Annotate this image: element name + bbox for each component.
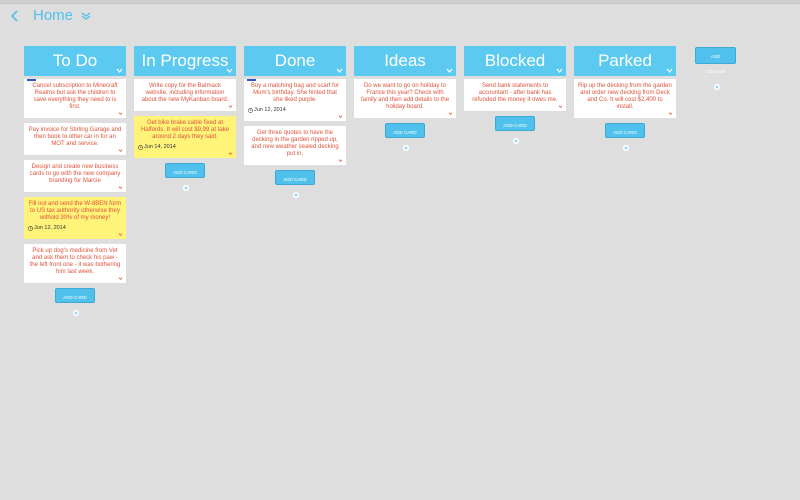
column-header[interactable]: Parked bbox=[574, 46, 676, 76]
card-chevron-down-icon[interactable] bbox=[448, 112, 453, 115]
card-text: Fill out and send the W-8BEN form to US … bbox=[28, 201, 122, 221]
add-card-button[interactable]: ADD CARD bbox=[55, 288, 95, 316]
add-card-label: ADD CARD bbox=[283, 177, 307, 182]
card-date-text: Jun 12, 2014 bbox=[254, 107, 286, 113]
header-bar: Home bbox=[0, 4, 800, 28]
plus-circle-icon bbox=[403, 144, 409, 151]
add-card-label: ADD CARD bbox=[393, 130, 417, 135]
chevron-down-icon[interactable] bbox=[556, 68, 563, 73]
kanban-card[interactable]: Buy a matching bag and scarf for Mum's b… bbox=[244, 79, 346, 121]
column-header[interactable]: Blocked bbox=[464, 46, 566, 76]
add-card-label: ADD CARD bbox=[63, 295, 87, 300]
column-done: Done Buy a matching bag and scarf for Mum… bbox=[244, 46, 346, 198]
kanban-card[interactable]: Do we want to go on holiday to France th… bbox=[354, 79, 456, 118]
kanban-card[interactable]: Get three quotes to have the decking in … bbox=[244, 126, 346, 165]
plus-circle-icon bbox=[73, 309, 79, 316]
kanban-card[interactable]: Cancel subscription to Minecraft Realms … bbox=[24, 79, 126, 118]
card-text: Pay invoice for Stirling Garage and then… bbox=[28, 127, 122, 147]
column-header[interactable]: To Do bbox=[24, 46, 126, 76]
kanban-card[interactable]: Design and create new business cards to … bbox=[24, 160, 126, 192]
card-due-date: Jun 12, 2014 bbox=[28, 225, 122, 232]
plus-circle-icon bbox=[293, 191, 299, 198]
add-card-label: ADD CARD bbox=[503, 123, 527, 128]
card-progress-bar bbox=[27, 79, 36, 81]
column-in-progress: In Progress Write copy for the Batmack we… bbox=[134, 46, 236, 191]
add-card-button[interactable]: ADD CARD bbox=[385, 123, 425, 151]
plus-circle-icon bbox=[513, 137, 519, 144]
card-text: Pick up dog's medicine from Vet and ask … bbox=[29, 248, 121, 275]
chevron-down-icon[interactable] bbox=[336, 68, 343, 73]
card-text: Buy a matching bag and scarf for Mum's b… bbox=[250, 83, 340, 103]
clock-icon bbox=[138, 145, 143, 150]
page-title: Home bbox=[33, 7, 74, 24]
kanban-card[interactable]: Rip up the decking from the garden and o… bbox=[574, 79, 676, 118]
kanban-card[interactable]: Pay invoice for Stirling Garage and then… bbox=[24, 123, 126, 155]
card-text: Get bike brake cable fixed at Halfords. … bbox=[140, 120, 230, 140]
column-title: To Do bbox=[52, 51, 98, 70]
column-parked: Parked Rip up the decking from the garden… bbox=[574, 46, 676, 151]
card-chevron-down-icon[interactable] bbox=[118, 277, 123, 280]
card-chevron-down-icon[interactable] bbox=[228, 152, 233, 155]
card-chevron-down-icon[interactable] bbox=[338, 159, 343, 162]
card-text: Cancel subscription to Minecraft Realms … bbox=[32, 83, 118, 110]
card-due-date: Jun 12, 2014 bbox=[248, 107, 342, 114]
card-date-text: Jun 14, 2014 bbox=[144, 144, 176, 150]
add-card-button[interactable]: ADD CARD bbox=[275, 170, 315, 198]
card-text: Write copy for the Batmack website, incl… bbox=[141, 83, 229, 103]
chevron-down-icon[interactable] bbox=[116, 68, 123, 73]
chevron-down-icon[interactable] bbox=[446, 68, 453, 73]
card-chevron-down-icon[interactable] bbox=[338, 115, 343, 118]
clock-icon bbox=[248, 108, 253, 113]
column-title: Blocked bbox=[484, 51, 546, 70]
card-text: Rip up the decking from the garden and o… bbox=[578, 83, 672, 110]
kanban-card[interactable]: Fill out and send the W-8BEN form to US … bbox=[24, 197, 126, 239]
kanban-card[interactable]: Send bank statements to accountant - aft… bbox=[464, 79, 566, 111]
chevron-down-icon[interactable] bbox=[226, 68, 233, 73]
card-chevron-down-icon[interactable] bbox=[558, 105, 563, 108]
column-title: Parked bbox=[598, 51, 652, 70]
chevron-down-icon[interactable] bbox=[80, 10, 92, 22]
card-due-date: Jun 14, 2014 bbox=[138, 144, 232, 151]
add-column-label: ADD COLUMN bbox=[705, 54, 726, 74]
column-title: In Progress bbox=[141, 51, 229, 70]
plus-circle-icon bbox=[713, 83, 720, 90]
card-chevron-down-icon[interactable] bbox=[118, 186, 123, 189]
column-title: Done bbox=[274, 51, 316, 70]
card-date-text: Jun 12, 2014 bbox=[34, 225, 66, 231]
kanban-card[interactable]: Pick up dog's medicine from Vet and ask … bbox=[24, 244, 126, 283]
add-card-button[interactable]: ADD CARD bbox=[495, 116, 535, 144]
column-blocked: Blocked Send bank statements to accountan… bbox=[464, 46, 566, 144]
card-chevron-down-icon[interactable] bbox=[118, 112, 123, 115]
card-text: Design and create new business cards to … bbox=[29, 164, 121, 184]
kanban-card[interactable]: Get bike brake cable fixed at Halfords. … bbox=[134, 116, 236, 158]
column-title: Ideas bbox=[384, 51, 426, 70]
column-header[interactable]: Ideas bbox=[354, 46, 456, 76]
plus-circle-icon bbox=[183, 184, 189, 191]
plus-circle-icon bbox=[623, 144, 629, 151]
kanban-card[interactable]: Write copy for the Batmack website, incl… bbox=[134, 79, 236, 111]
column-ideas: Ideas Do we want to go on holiday to Fran… bbox=[354, 46, 456, 151]
card-chevron-down-icon[interactable] bbox=[118, 149, 123, 152]
add-column-button[interactable]: ADD COLUMN bbox=[695, 47, 736, 90]
card-text: Send bank statements to accountant - aft… bbox=[472, 83, 558, 103]
chevron-down-icon[interactable] bbox=[666, 68, 673, 73]
card-progress-bar bbox=[247, 79, 256, 81]
card-chevron-down-icon[interactable] bbox=[118, 233, 123, 236]
clock-icon bbox=[28, 226, 33, 231]
card-chevron-down-icon[interactable] bbox=[228, 105, 233, 108]
column-header[interactable]: Done bbox=[244, 46, 346, 76]
add-card-label: ADD CARD bbox=[173, 170, 197, 175]
back-arrow-icon[interactable] bbox=[8, 9, 22, 23]
column-header[interactable]: In Progress bbox=[134, 46, 236, 76]
column-to-do: To Do Cancel subscription to Minecraft Re… bbox=[24, 46, 126, 316]
add-card-label: ADD CARD bbox=[613, 130, 637, 135]
card-text: Get three quotes to have the decking in … bbox=[251, 130, 339, 157]
add-card-button[interactable]: ADD CARD bbox=[605, 123, 645, 151]
card-text: Do we want to go on holiday to France th… bbox=[360, 83, 450, 110]
card-chevron-down-icon[interactable] bbox=[668, 112, 673, 115]
add-card-button[interactable]: ADD CARD bbox=[165, 163, 205, 191]
